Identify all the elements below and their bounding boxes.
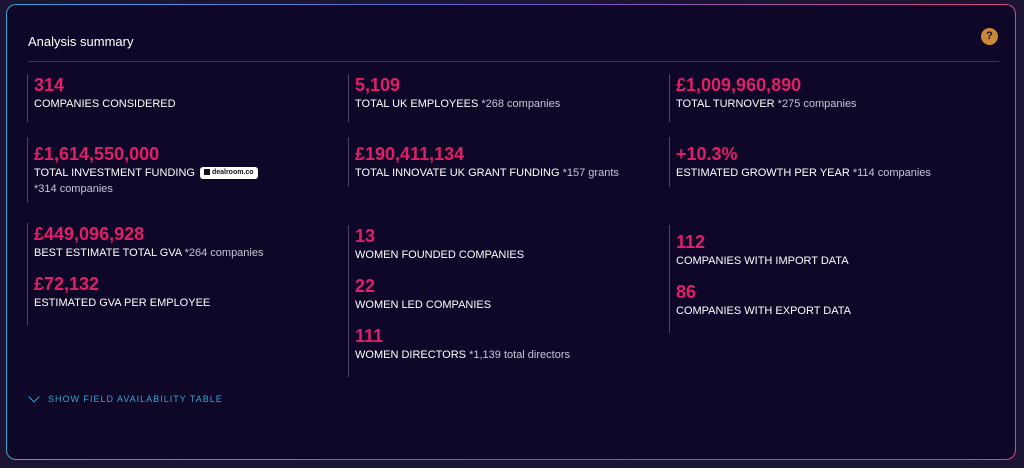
stat-label: COMPANIES WITH EXPORT DATA [676,305,852,317]
stat-label: COMPANIES WITH IMPORT DATA [676,255,849,267]
stat-label: WOMEN DIRECTORS *1,139 total directors [355,347,570,363]
divider [28,61,999,62]
dealroom-badge[interactable]: dealroom.co [199,167,258,180]
stat-value: 22 [355,276,376,296]
stat-value: 5,109 [355,75,401,95]
stat-turnover: £1,009,960,890 TOTAL TURNOVER *275 compa… [669,74,857,122]
stat-label: WOMEN FOUNDED COMPANIES [355,249,525,261]
stat-label: COMPANIES CONSIDERED [34,98,176,110]
panel-frame: Analysis summary ? 314 COMPANIES CONSIDE… [6,4,1016,460]
stat-value: £449,096,928 [34,224,145,244]
chevron-down-icon [28,391,40,403]
stat-value: 111 [355,326,384,346]
dealroom-logo-icon [203,169,210,176]
stat-value: £1,614,550,000 [34,144,160,164]
stat-group-gva: £449,096,928 BEST ESTIMATE TOTAL GVA *26… [27,223,263,325]
dealroom-badge-text: dealroom.co [211,169,254,177]
stat-companies: 314 COMPANIES CONSIDERED [27,74,176,122]
stat-label: ESTIMATED GROWTH PER YEAR *114 companies [676,165,931,181]
help-icon[interactable]: ? [981,28,998,45]
stat-note: *275 companies [777,98,857,110]
stat-label: BEST ESTIMATE TOTAL GVA *264 companies [34,245,263,261]
stat-label-text: ESTIMATED GROWTH PER YEAR [676,167,850,179]
stat-label-text: WOMEN DIRECTORS [355,349,467,361]
stat-growth: +10.3% ESTIMATED GROWTH PER YEAR *114 co… [669,137,931,187]
stat-label-text: TOTAL TURNOVER [676,98,775,110]
stat-label: ESTIMATED GVA PER EMPLOYEE [34,297,211,309]
stat-value: £72,132 [34,274,100,294]
stat-label: TOTAL INVESTMENT FUNDING dealroom.co [34,165,258,181]
stat-value: 13 [355,226,376,246]
stat-label: TOTAL UK EMPLOYEES *268 companies [355,96,560,112]
stat-note: *114 companies [852,167,931,179]
stat-label-text: TOTAL UK EMPLOYEES [355,98,479,110]
stat-note: *157 grants [562,167,619,179]
stat-group-women: 13 WOMEN FOUNDED COMPANIES 22 WOMEN LED … [348,225,570,377]
stat-value: +10.3% [676,144,738,164]
panel-title: Analysis summary [28,34,134,49]
stat-note: *1,139 total directors [469,349,570,361]
stat-employees: 5,109 TOTAL UK EMPLOYEES *268 companies [348,74,560,122]
stat-value: £190,411,134 [355,144,465,164]
analysis-summary-card: Analysis summary ? 314 COMPANIES CONSIDE… [7,5,1015,459]
toggle-label: SHOW FIELD AVAILABILITY TABLE [48,393,223,404]
stat-note: *314 companies [34,183,113,195]
stat-label: TOTAL TURNOVER *275 companies [676,96,857,112]
stat-label-text: TOTAL INNOVATE UK GRANT FUNDING [355,167,560,179]
stat-value: 86 [676,282,697,302]
stat-investment: £1,614,550,000 TOTAL INVESTMENT FUNDING d… [27,137,258,203]
stat-value: 112 [676,232,706,252]
stat-label-text: BEST ESTIMATE TOTAL GVA [34,247,182,259]
stat-group-trade: 112 COMPANIES WITH IMPORT DATA 86 COMPAN… [669,225,851,333]
stat-label: TOTAL INNOVATE UK GRANT FUNDING *157 gra… [355,165,619,181]
stat-label-text: TOTAL INVESTMENT FUNDING [34,167,195,179]
stat-note: *268 companies [481,98,561,110]
show-field-availability-toggle[interactable]: SHOW FIELD AVAILABILITY TABLE [28,391,223,404]
stat-label: WOMEN LED COMPANIES [355,299,492,311]
stat-innovate: £190,411,134 TOTAL INNOVATE UK GRANT FUN… [348,137,619,187]
stat-note: *264 companies [184,247,264,259]
stat-value: £1,009,960,890 [676,75,802,95]
stat-value: 314 [34,75,65,95]
